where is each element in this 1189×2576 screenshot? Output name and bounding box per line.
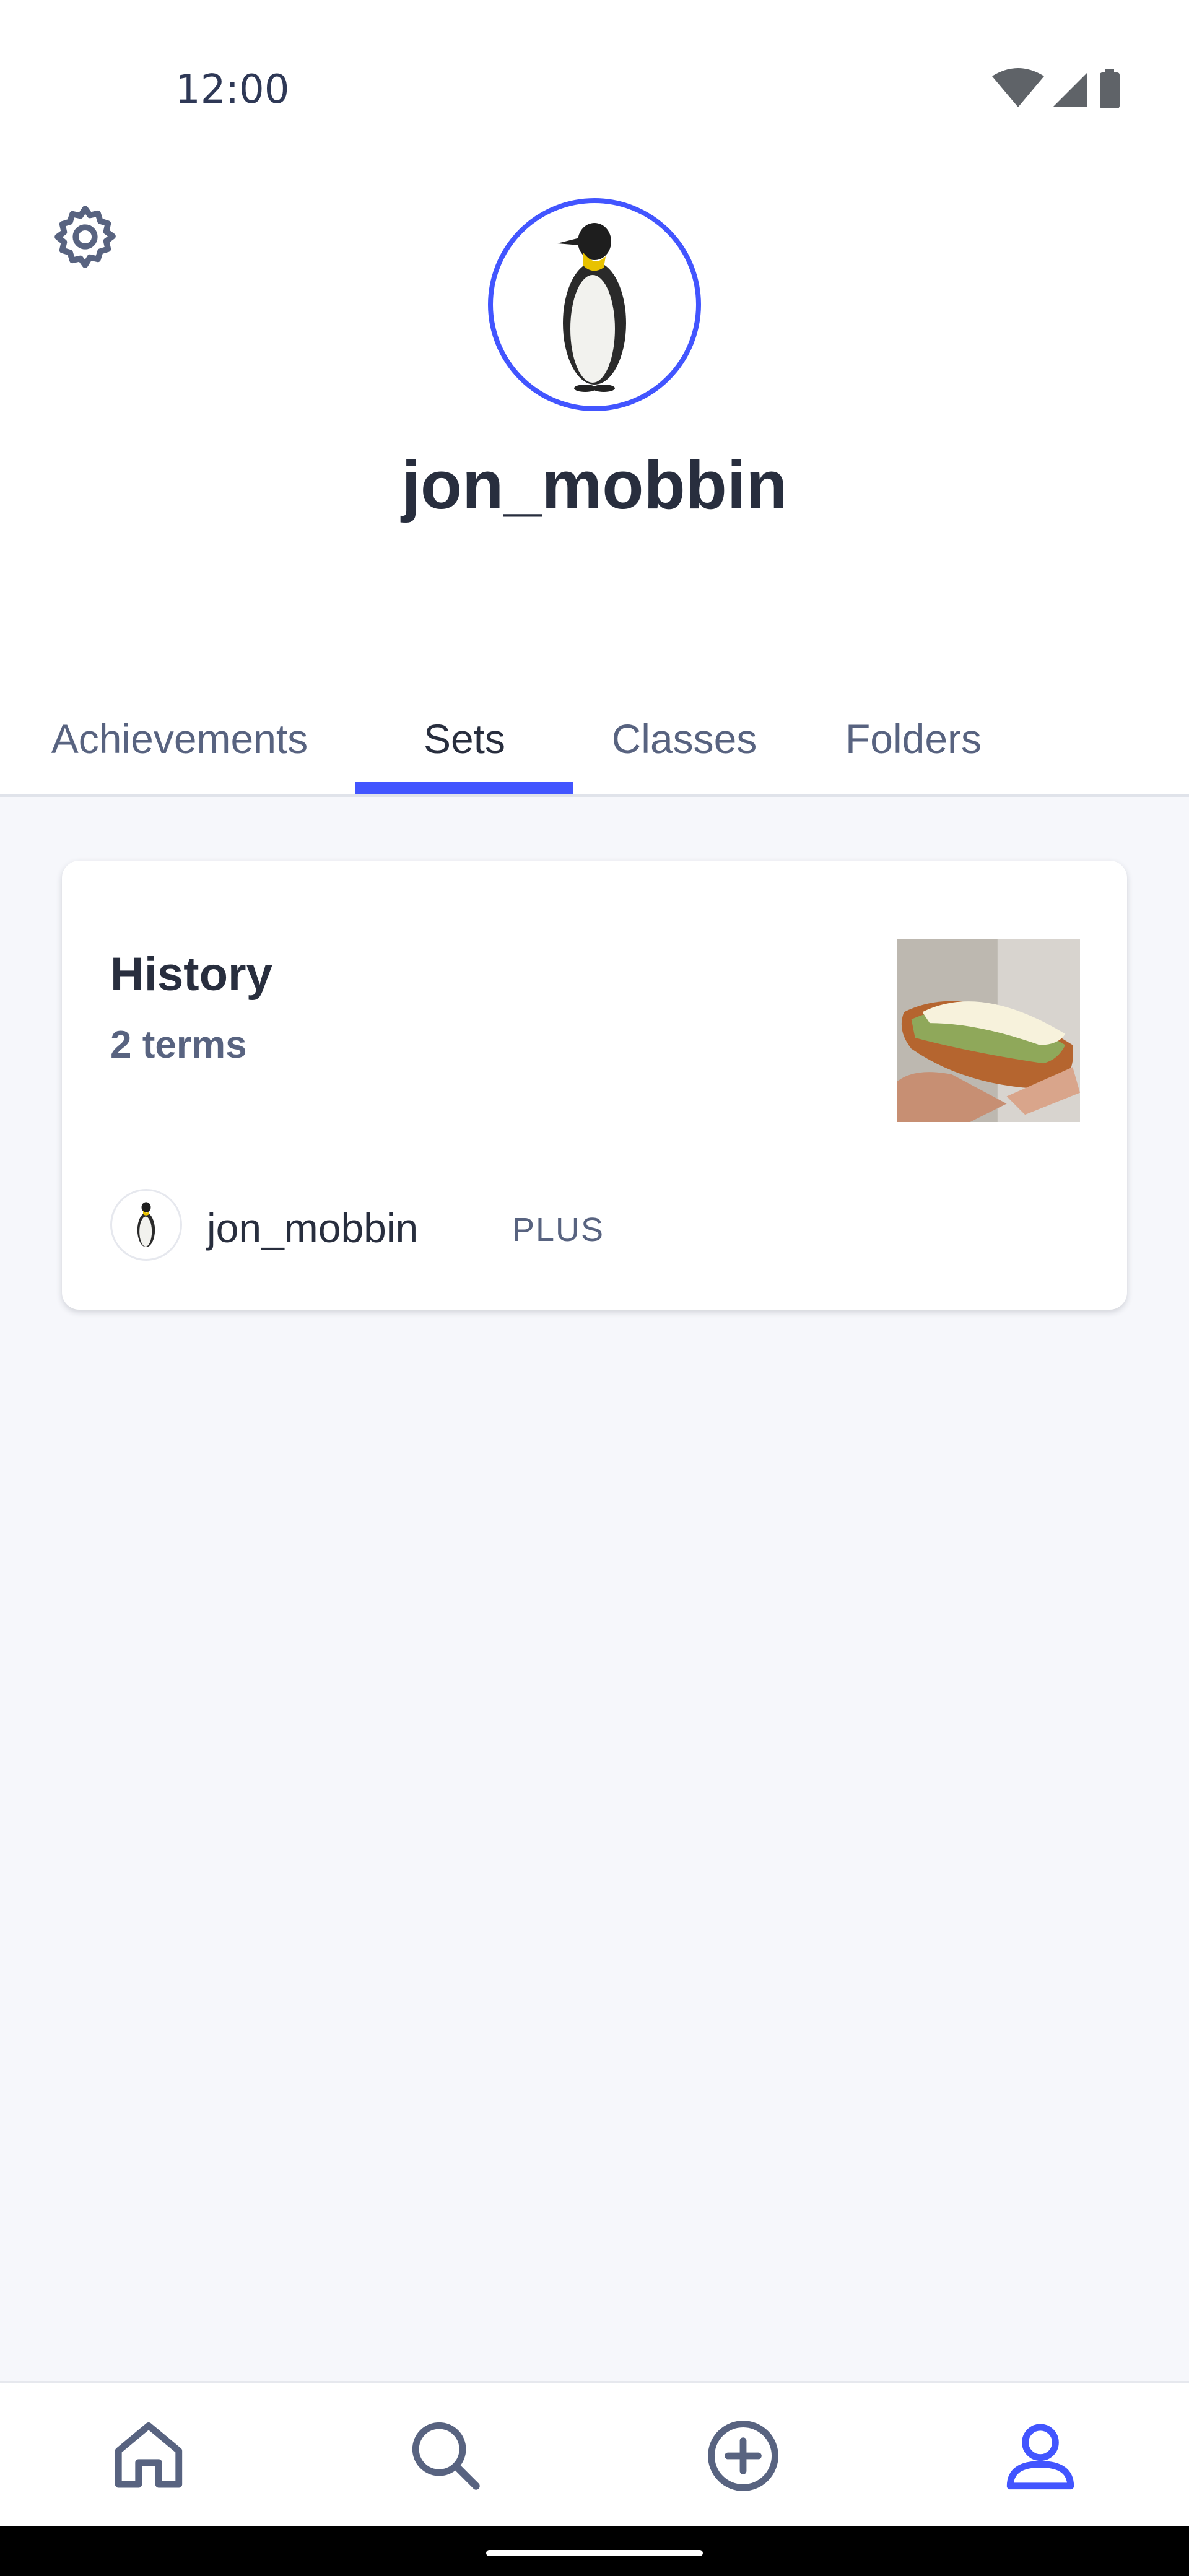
- profile-tabs: Achievements Sets Classes Folders: [0, 681, 1189, 796]
- profile-avatar[interactable]: [488, 198, 701, 411]
- add-circle-icon: [708, 2420, 778, 2491]
- tab-achievements[interactable]: Achievements: [19, 681, 341, 796]
- home-gesture-handle[interactable]: [486, 2550, 703, 2556]
- gear-icon[interactable]: [50, 201, 121, 272]
- owner-avatar[interactable]: [110, 1189, 182, 1261]
- status-time: 12:00: [175, 67, 290, 113]
- nav-search[interactable]: [372, 2383, 520, 2528]
- wifi-icon: [992, 68, 1044, 107]
- tab-folders[interactable]: Folders: [817, 681, 1009, 796]
- tab-sets[interactable]: Sets: [355, 681, 573, 796]
- active-tab-indicator: [355, 782, 573, 794]
- cellular-icon: [1053, 72, 1087, 107]
- nav-create[interactable]: [669, 2383, 817, 2528]
- hotdog-image: [897, 939, 1080, 1122]
- profile-screen: 12:00 jon_mobbin Achievements Sets Class…: [0, 0, 1189, 2576]
- nav-home[interactable]: [74, 2383, 223, 2528]
- profile-icon: [1006, 2424, 1074, 2489]
- set-title: History: [110, 948, 272, 1001]
- set-term-count: 2 terms: [110, 1024, 247, 1066]
- bottom-navigation: [0, 2381, 1189, 2526]
- plus-badge: PLUS: [512, 1211, 605, 1248]
- search-icon: [412, 2422, 480, 2490]
- profile-username: jon_mobbin: [401, 447, 788, 523]
- owner-username[interactable]: jon_mobbin: [207, 1204, 418, 1251]
- status-icons: [992, 68, 1120, 108]
- tabs-divider: [0, 794, 1189, 797]
- tab-classes[interactable]: Classes: [594, 681, 774, 796]
- penguin-avatar: [557, 223, 626, 392]
- set-thumbnail: [897, 939, 1080, 1122]
- profile-header: 12:00 jon_mobbin: [0, 0, 1189, 796]
- penguin-avatar-small: [137, 1202, 155, 1247]
- nav-profile[interactable]: [966, 2383, 1115, 2528]
- set-card[interactable]: History 2 terms jon_mobbin PLUS: [62, 861, 1127, 1310]
- battery-icon: [1100, 69, 1120, 108]
- home-icon: [115, 2422, 183, 2487]
